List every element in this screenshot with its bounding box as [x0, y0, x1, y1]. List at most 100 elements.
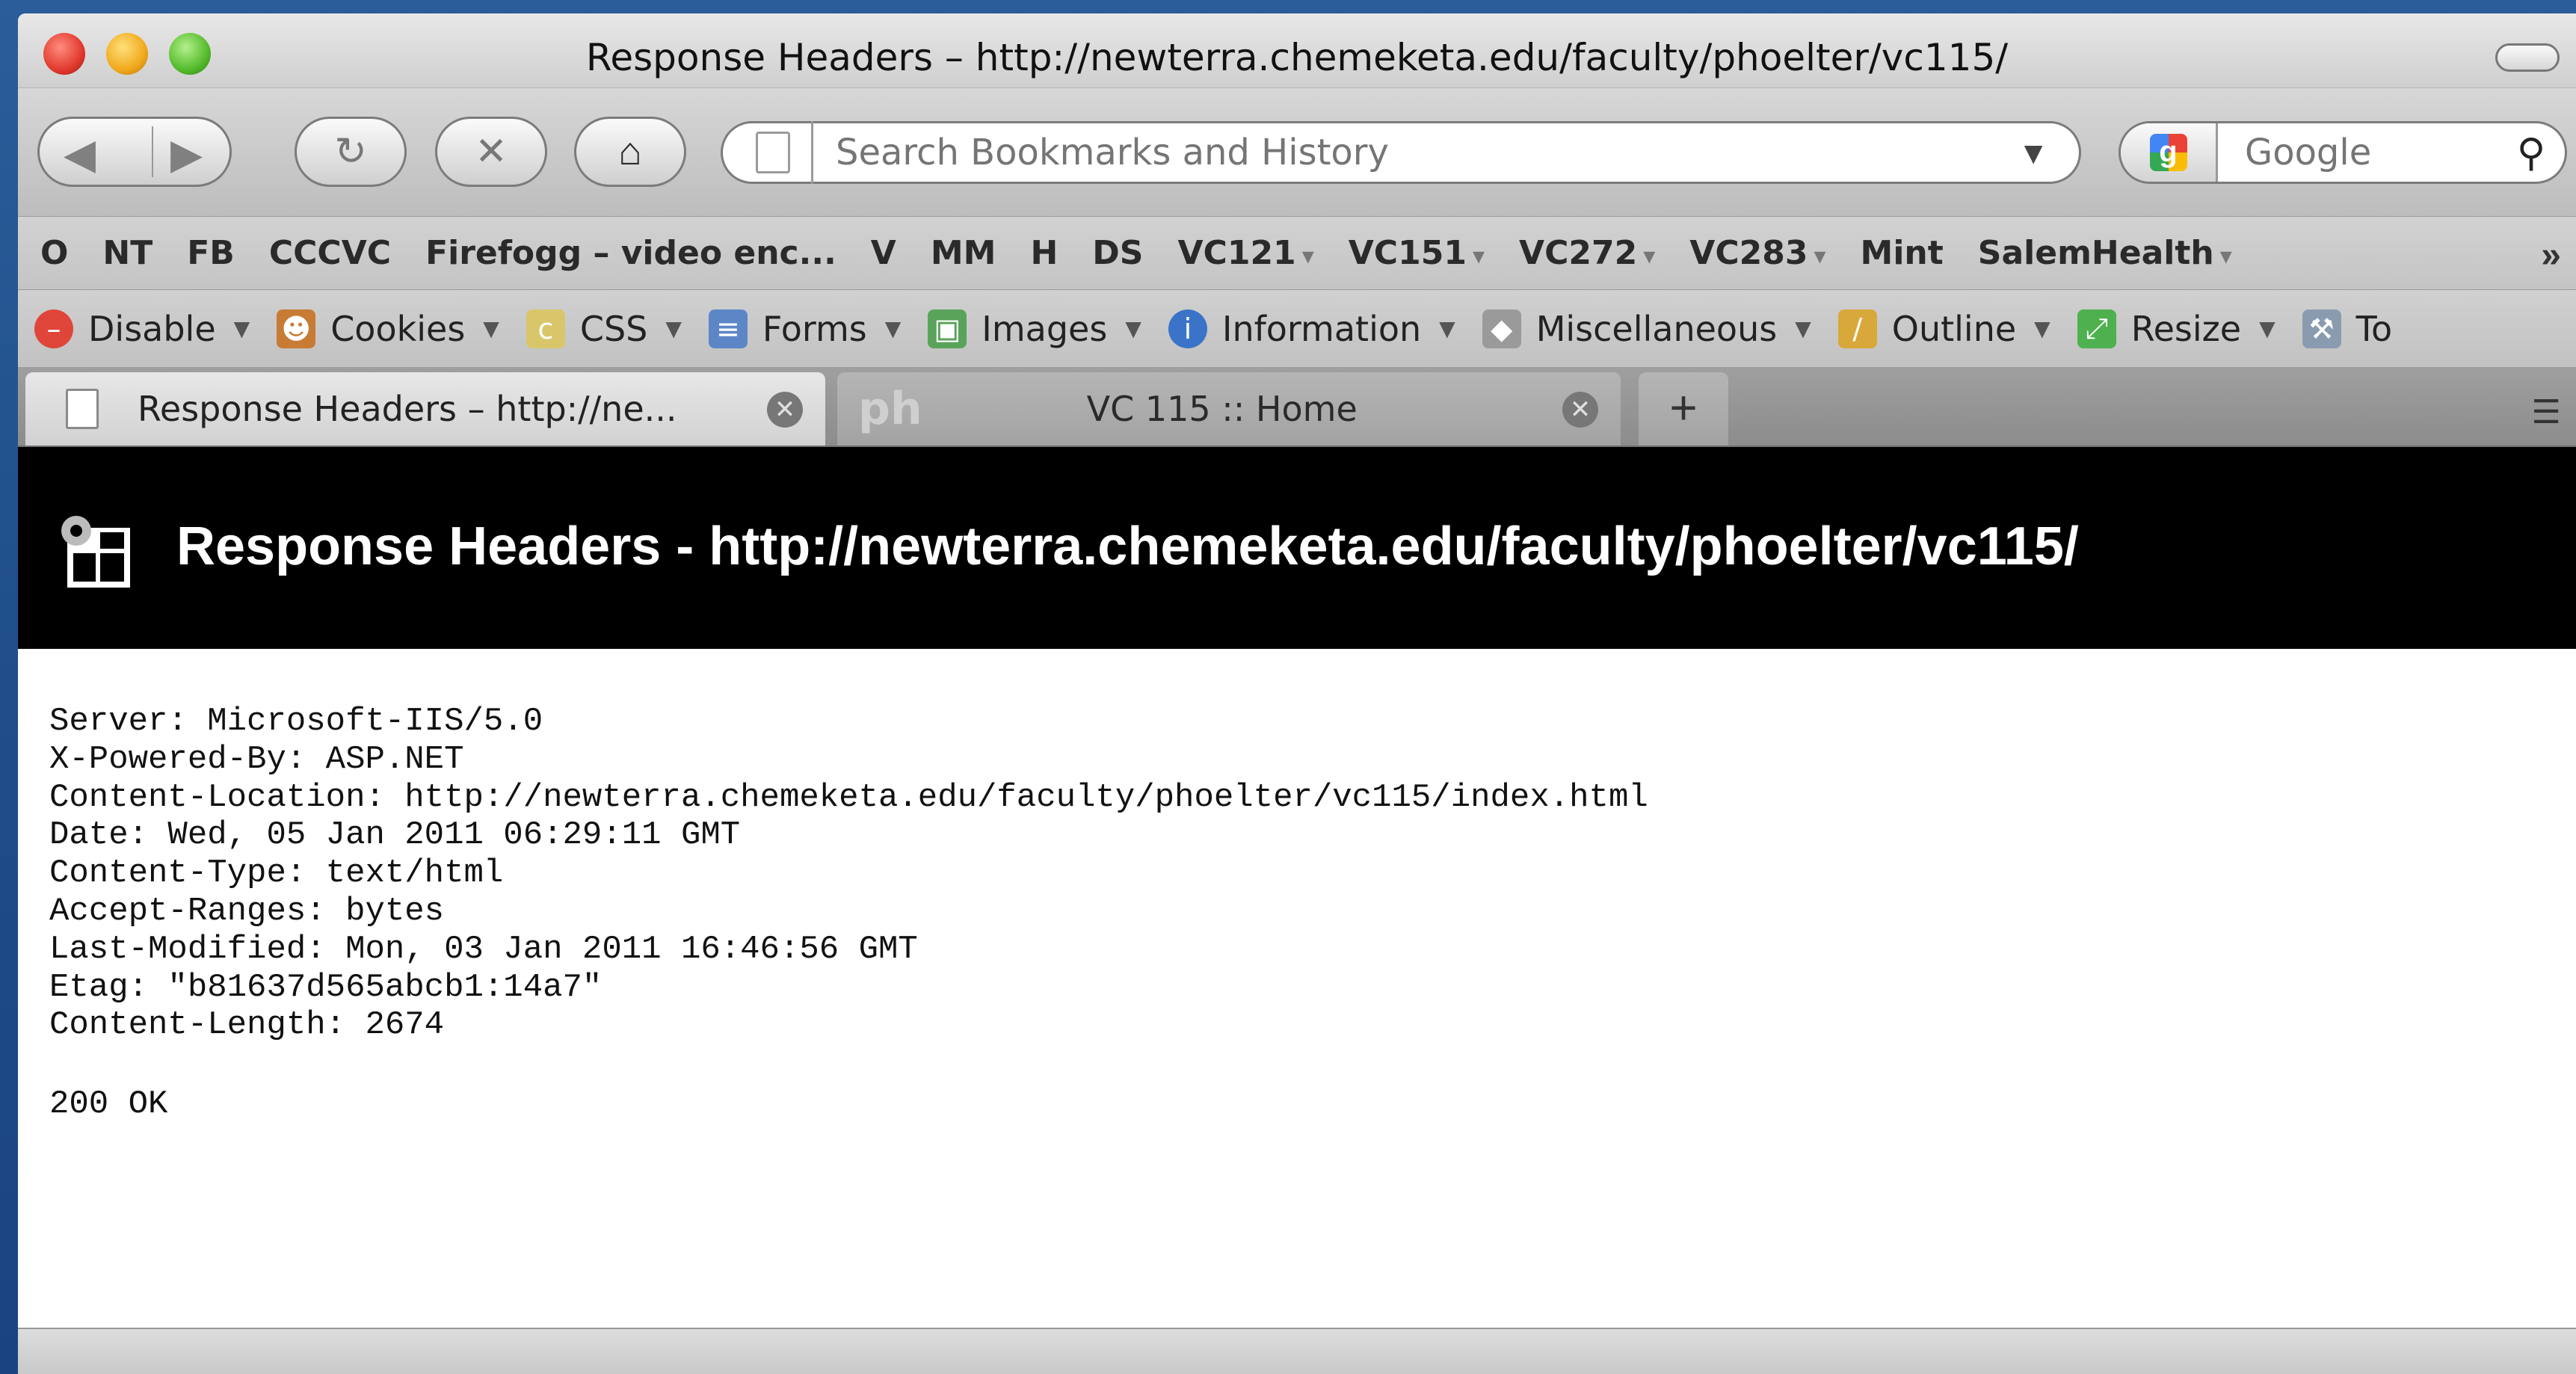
- cookies-icon: ☻: [277, 309, 316, 348]
- bookmarks-overflow-button[interactable]: »: [2541, 235, 2561, 276]
- status-bar: [18, 1328, 2576, 1374]
- header-line: X-Powered-By: ASP.NET: [49, 740, 464, 778]
- url-divider: [811, 121, 813, 184]
- close-tab-icon[interactable]: ✕: [767, 392, 803, 428]
- bookmark-label: VC283: [1689, 234, 1808, 272]
- devtool-miscellaneous[interactable]: ◆ Miscellaneous ▼: [1482, 309, 1811, 349]
- header-line: Server: Microsoft-IIS/5.0: [49, 703, 543, 740]
- bookmark-item[interactable]: DS: [1092, 234, 1143, 272]
- resize-icon: ⤢: [2077, 309, 2116, 348]
- bookmark-item[interactable]: H: [1030, 234, 1058, 272]
- header-line: Etag: "b81637d565abcb1:14a7": [49, 968, 603, 1006]
- bookmark-label: Mint: [1860, 234, 1944, 272]
- tab-vc115-home[interactable]: ph VC 115 :: Home ✕: [837, 372, 1621, 446]
- devtool-disable[interactable]: – Disable ▼: [34, 309, 250, 349]
- bookmark-item[interactable]: O: [40, 234, 68, 272]
- window-title: Response Headers – http://newterra.cheme…: [585, 36, 2009, 79]
- stop-button[interactable]: ✕: [435, 117, 547, 187]
- bookmark-label: V: [870, 234, 896, 272]
- tab-response-headers[interactable]: Response Headers – http://ne... ✕: [25, 372, 825, 446]
- chevron-down-icon: ▾: [2219, 241, 2232, 270]
- miscellaneous-icon: ◆: [1482, 309, 1521, 348]
- response-status: 200 OK: [49, 1085, 168, 1123]
- bookmark-item[interactable]: CCCVC: [269, 234, 391, 272]
- bookmark-item[interactable]: VC272 ▾: [1519, 234, 1655, 272]
- tab-label: VC 115 :: Home: [1086, 389, 1358, 429]
- url-dropdown-icon[interactable]: ▼: [2018, 135, 2049, 171]
- devtool-label: Cookies: [330, 308, 466, 349]
- bookmark-item[interactable]: FB: [187, 234, 235, 272]
- chevron-down-icon: ▾: [1814, 241, 1826, 270]
- bookmark-label: CCCVC: [268, 234, 392, 272]
- header-line: Content-Type: text/html: [49, 854, 504, 893]
- devtool-label: CSS: [579, 308, 648, 349]
- chevron-down-icon: ▼: [233, 316, 250, 341]
- page-title: Response Headers - http://newterra.cheme…: [176, 517, 2079, 576]
- bookmark-item[interactable]: SalemHealth ▾: [1978, 234, 2232, 272]
- devtool-cookies[interactable]: ☻ Cookies ▼: [277, 309, 499, 349]
- devtool-information[interactable]: i Information ▼: [1168, 309, 1455, 349]
- chevron-down-icon: ▼: [483, 316, 499, 341]
- devtool-to[interactable]: ⚒ To: [2302, 309, 2392, 349]
- forward-arrow-icon[interactable]: ▶: [170, 129, 203, 179]
- devtool-css[interactable]: c CSS ▼: [526, 309, 682, 349]
- chevron-down-icon: ▼: [2259, 316, 2275, 341]
- header-line: Content-Length: 2674: [49, 1006, 445, 1044]
- devtool-label: To: [2355, 308, 2393, 349]
- bookmark-label: SalemHealth: [1977, 234, 2214, 272]
- devtool-label: Forms: [762, 308, 867, 349]
- tab-label: Response Headers – http://ne...: [138, 389, 677, 429]
- home-button[interactable]: ⌂: [574, 117, 686, 187]
- bookmark-item[interactable]: VC121 ▾: [1177, 234, 1313, 272]
- bookmark-label: VC121: [1177, 234, 1296, 272]
- search-icon[interactable]: ⚲: [2517, 131, 2545, 176]
- tab-list-icon[interactable]: ☰: [2532, 393, 2561, 431]
- bookmark-item[interactable]: V: [871, 234, 896, 272]
- search-input[interactable]: [2245, 132, 2484, 173]
- information-icon: i: [1168, 309, 1207, 348]
- chevron-down-icon: ▼: [884, 316, 902, 341]
- tab-strip: Response Headers – http://ne... ✕ ph VC …: [18, 368, 2576, 447]
- chevron-down-icon: ▾: [1472, 241, 1485, 270]
- bookmark-item[interactable]: NT: [102, 234, 152, 272]
- header-line: Content-Location: http://newterra.chemek…: [49, 778, 1648, 816]
- toolbar-toggle-button[interactable]: [2495, 43, 2560, 72]
- bookmark-item[interactable]: Mint: [1861, 234, 1944, 272]
- chevron-down-icon: ▼: [1439, 316, 1455, 341]
- header-line: Last-Modified: Mon, 03 Jan 2011 16:46:56…: [49, 930, 918, 968]
- devtool-forms[interactable]: ≡ Forms ▼: [708, 308, 902, 349]
- chevron-down-icon: ▾: [1643, 241, 1656, 270]
- bookmark-item[interactable]: VC151 ▾: [1349, 234, 1485, 272]
- devtool-outline[interactable]: / Outline ▼: [1837, 308, 2050, 349]
- devtool-resize[interactable]: ⤢ Resize ▼: [2077, 309, 2275, 349]
- search-bar[interactable]: ⚲: [2119, 121, 2567, 184]
- chevron-down-icon: ▼: [665, 316, 682, 341]
- reload-button[interactable]: ↻: [295, 117, 407, 187]
- web-developer-icon: [61, 516, 130, 588]
- bookmark-item[interactable]: VC283 ▾: [1689, 234, 1825, 272]
- url-input[interactable]: [836, 132, 1957, 173]
- new-tab-button[interactable]: +: [1639, 372, 1728, 446]
- url-bar[interactable]: ▼: [721, 121, 2081, 184]
- ph-favicon: ph: [858, 383, 922, 435]
- forms-icon: ≡: [708, 309, 748, 348]
- devtool-label: Outline: [1891, 308, 2017, 349]
- stop-icon: ✕: [475, 130, 508, 173]
- bookmark-item[interactable]: Firefogg – video enc...: [425, 234, 836, 272]
- devtool-label: Images: [982, 308, 1108, 349]
- close-tab-icon[interactable]: ✕: [1562, 392, 1598, 428]
- devtool-label: Information: [1221, 308, 1422, 349]
- devtool-images[interactable]: ▣ Images ▼: [928, 309, 1141, 349]
- home-icon: ⌂: [618, 130, 642, 173]
- back-arrow-icon[interactable]: ◀: [64, 129, 96, 179]
- search-engine-selector[interactable]: [2121, 123, 2218, 182]
- browser-window: Response Headers – http://newterra.cheme…: [18, 13, 2576, 1374]
- disable-icon: –: [34, 309, 73, 348]
- bookmark-label: VC272: [1519, 234, 1638, 272]
- header-line: Date: Wed, 05 Jan 2011 06:29:11 GMT: [49, 816, 741, 854]
- bookmark-item[interactable]: MM: [931, 234, 996, 272]
- web-developer-toolbar: – Disable ▼ ☻ Cookies ▼ c CSS ▼ ≡ Forms ▼ ▣ Images ▼ i I…: [18, 290, 2576, 368]
- devtool-label: Resize: [2130, 308, 2242, 349]
- devtool-label: Miscellaneous: [1535, 308, 1778, 349]
- page-header: Response Headers - http://newterra.cheme…: [18, 447, 2576, 649]
